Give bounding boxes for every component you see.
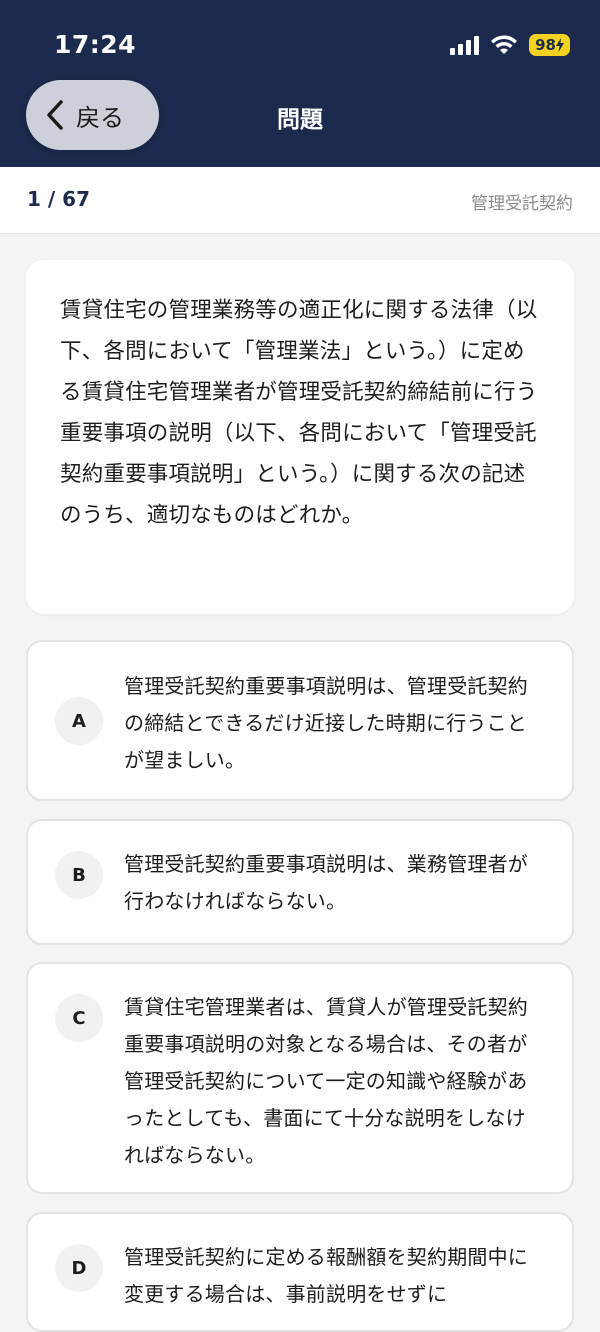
page-title: 問題 bbox=[277, 107, 323, 133]
progress-bar: 1 / 67 管理受託契約 bbox=[0, 167, 600, 234]
status-time: 17:24 bbox=[54, 30, 137, 59]
option-text: 賃貸住宅管理業者は、賃貸人が管理受託契約重要事項説明の対象となる場合は、その者が… bbox=[124, 995, 528, 1167]
option-letter: D bbox=[55, 1244, 103, 1292]
charging-icon bbox=[556, 38, 564, 52]
option-b[interactable]: B 管理受託契約重要事項説明は、業務管理者が行わなければならない。 bbox=[26, 819, 574, 945]
option-c[interactable]: C 賃貸住宅管理業者は、賃貸人が管理受託契約重要事項説明の対象となる場合は、その… bbox=[26, 962, 574, 1194]
question-card: 賃貸住宅の管理業務等の適正化に関する法律（以下、各問において「管理業法」という。… bbox=[26, 260, 574, 614]
cellular-signal-icon bbox=[450, 35, 480, 55]
option-text: 管理受託契約重要事項説明は、業務管理者が行わなければならない。 bbox=[124, 852, 528, 913]
battery-level: 98 bbox=[535, 36, 556, 54]
wifi-icon bbox=[491, 35, 518, 54]
question-text: 賃貸住宅の管理業務等の適正化に関する法律（以下、各問において「管理業法」という。… bbox=[60, 298, 538, 528]
option-letter: A bbox=[55, 697, 103, 745]
option-a[interactable]: A 管理受託契約重要事項説明は、管理受託契約の締結とできるだけ近接した時期に行う… bbox=[26, 640, 574, 801]
option-text: 管理受託契約に定める報酬額を契約期間中に変更する場合は、事前説明をせずに bbox=[124, 1245, 528, 1306]
option-letter: C bbox=[55, 994, 103, 1042]
option-letter: B bbox=[55, 851, 103, 899]
question-counter: 1 / 67 bbox=[27, 187, 90, 211]
status-icons: 98 bbox=[450, 34, 570, 56]
battery-indicator: 98 bbox=[529, 34, 570, 56]
option-text: 管理受託契約重要事項説明は、管理受託契約の締結とできるだけ近接した時期に行うこと… bbox=[124, 674, 528, 772]
app-header: 17:24 98 戻る 問題 bbox=[0, 0, 600, 167]
option-d[interactable]: D 管理受託契約に定める報酬額を契約期間中に変更する場合は、事前説明をせずに bbox=[26, 1212, 574, 1332]
category-label: 管理受託契約 bbox=[471, 194, 573, 214]
